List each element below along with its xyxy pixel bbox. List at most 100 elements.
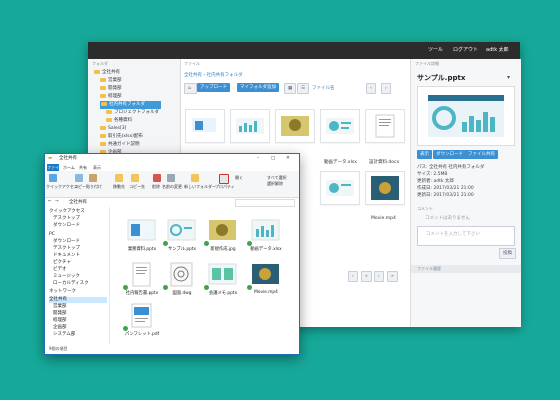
nav-item[interactable]: ビデオ [53, 267, 67, 273]
nav-item[interactable]: ダウンロード [53, 239, 80, 245]
search-input[interactable] [235, 199, 295, 207]
grid-icon: ▦ [288, 86, 293, 91]
nav-item[interactable]: 営業部 [53, 304, 67, 310]
file-tile[interactable] [320, 171, 360, 205]
tree-item[interactable]: Sales[3] [100, 125, 126, 133]
tab-home[interactable]: ホーム [63, 164, 75, 171]
detail-updated: 更新日: 2017/03/21 21:00 [417, 193, 474, 198]
nav-item[interactable]: 開発部 [53, 311, 67, 317]
nav-item[interactable]: ドキュメント [53, 253, 80, 259]
nav-item[interactable]: ダウンロード [53, 223, 80, 229]
drawing-thumbnail [170, 262, 193, 287]
ribbon-label: コピー [74, 184, 86, 189]
file-tile[interactable] [185, 109, 225, 143]
tree-item[interactable]: 各種資料 [106, 117, 132, 125]
file-tile[interactable] [275, 109, 315, 143]
nav-item[interactable]: システム部 [53, 332, 75, 338]
tree-item[interactable]: 経理部 [100, 93, 122, 101]
prev-button[interactable]: ‹ [366, 83, 376, 94]
file-item[interactable]: 社内報告書.pptx [123, 261, 158, 296]
delete-icon[interactable] [153, 174, 161, 182]
post-button[interactable]: 投稿 [499, 248, 516, 259]
nav-item[interactable]: 企画部 [53, 325, 67, 331]
chart-thumbnail [251, 219, 280, 241]
tree-item-selected[interactable]: 社内共有フォルダ [100, 101, 161, 109]
tree-item[interactable]: 全社共有 [94, 69, 120, 77]
download-button[interactable]: ダウンロード [433, 150, 466, 159]
new-folder-button[interactable]: マイフォルダ追加 [237, 83, 279, 92]
nav-item[interactable]: ローカルディスク [53, 281, 89, 287]
home-button[interactable]: ⌂ [184, 83, 197, 94]
tools-link[interactable]: ツール [428, 46, 443, 54]
detail-menu-icon[interactable]: ▾ [507, 74, 510, 81]
rename-icon[interactable] [167, 174, 175, 182]
comment-empty-text: コメントはありません [425, 216, 470, 221]
tree-item[interactable]: プロジェクトフォルダ [106, 109, 159, 117]
tree-item[interactable]: 取引先(xlsx)配布 [100, 133, 143, 141]
file-item[interactable]: 新規作成.jpg [204, 217, 238, 252]
file-tile[interactable] [320, 109, 360, 143]
new-folder-icon[interactable] [191, 174, 199, 182]
upload-button[interactable]: アップロード [197, 83, 230, 92]
tab-share[interactable]: 共有 [79, 164, 87, 171]
page-prev-button[interactable]: ‹ [348, 271, 358, 282]
back-arrow-icon[interactable]: ← [48, 199, 52, 204]
web-topbar: ツール ログアウト adtk 太郎 [88, 42, 520, 59]
nav-item-selected[interactable]: 全社共有 [49, 297, 107, 303]
page-button[interactable]: « [361, 271, 372, 282]
nav-item[interactable]: ミュージック [53, 274, 80, 280]
nav-item[interactable]: デスクトップ [53, 216, 80, 222]
chevron-right-icon: » [391, 274, 394, 279]
page-next-button[interactable]: › [374, 271, 384, 282]
file-item[interactable]: 図面.dwg [163, 261, 197, 296]
file-item[interactable]: 業務資料.pptx [126, 217, 157, 252]
file-item[interactable]: 動画データ.xlsx [247, 217, 282, 252]
nav-item[interactable]: クイックアクセス [49, 209, 85, 215]
file-item[interactable]: サンプル.pptx [163, 217, 197, 252]
tab-file[interactable]: ファイル [47, 164, 59, 177]
chart-thumbnail [236, 118, 264, 134]
nav-item[interactable]: PC [49, 232, 55, 238]
comment-input[interactable]: コメントを入力して下さい [417, 226, 515, 246]
copy-icon[interactable] [75, 174, 83, 182]
file-item[interactable]: 会議メモ.pptx [204, 261, 238, 296]
file-label: Movie.mp4 [371, 216, 396, 221]
file-item[interactable]: Movie.mp4 [247, 261, 281, 295]
copy-to-icon[interactable] [131, 174, 139, 182]
nav-item[interactable]: 経理部 [53, 318, 67, 324]
file-tile[interactable] [230, 109, 270, 143]
ribbon-label: プロパティ [215, 184, 235, 189]
view-button[interactable]: 表示 [417, 150, 432, 159]
breadcrumb[interactable]: 全社共有 › 社内共有フォルダ [184, 72, 243, 78]
forward-arrow-icon[interactable]: → [55, 199, 59, 204]
sort-select[interactable]: ファイル名 [312, 85, 335, 91]
nav-item[interactable]: ピクチャ [53, 260, 71, 266]
ribbon-label[interactable]: 選択解除 [267, 181, 283, 187]
maximize-button[interactable]: □ [271, 154, 275, 164]
user-name[interactable]: adtk 太郎 [486, 46, 509, 54]
next-button[interactable]: › [381, 83, 391, 94]
view-toggle-button[interactable]: ▦ [284, 83, 297, 94]
tree-item[interactable]: 共通ガイド説明 [100, 141, 140, 149]
minimize-button[interactable]: – [257, 154, 259, 164]
preview-thumbnail [428, 95, 504, 137]
folder-icon [106, 117, 112, 122]
tab-view[interactable]: 表示 [93, 164, 101, 171]
list-toggle-button[interactable]: ☰ [297, 83, 310, 94]
tree-item[interactable]: 営業部 [100, 77, 122, 85]
logout-link[interactable]: ログアウト [453, 46, 478, 54]
nav-item[interactable]: ネットワーク [49, 289, 76, 295]
file-tile[interactable] [365, 109, 405, 143]
share-button[interactable]: ファイル共有 [465, 150, 498, 159]
tree-item[interactable]: 開発部 [100, 85, 122, 93]
move-to-icon[interactable] [115, 174, 123, 182]
pin-icon[interactable] [49, 174, 57, 182]
paste-icon[interactable] [89, 174, 97, 182]
page-last-button[interactable]: » [387, 271, 398, 282]
close-button[interactable]: ✕ [286, 154, 290, 164]
properties-icon[interactable] [219, 174, 229, 184]
nav-item[interactable]: デスクトップ [53, 246, 80, 252]
file-tile[interactable] [365, 171, 405, 205]
ribbon-label[interactable]: 開く [235, 175, 243, 181]
file-item[interactable]: パンフレット.pdf [123, 302, 159, 337]
